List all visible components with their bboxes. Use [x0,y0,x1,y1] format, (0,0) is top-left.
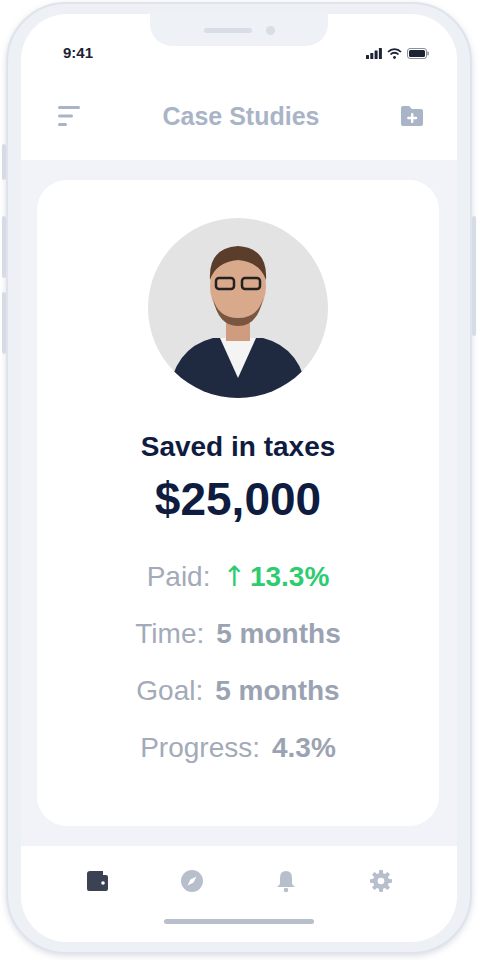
arrow-up-icon: ↑ [222,560,245,593]
stat-row: Goal: 5 months [136,662,339,719]
signal-icon [366,48,382,59]
header-title: Case Studies [162,102,319,131]
notch [150,14,328,46]
stat-value: 5 months [216,605,340,662]
stat-label: Paid: [147,548,211,605]
add-folder-icon [399,104,425,128]
content: Saved in taxes $25,000 Paid: ↑13.3%Time:… [21,160,457,846]
wallet-icon [84,869,110,893]
phone-frame: 9:41 Case Studies Saved in taxes $25,000… [6,2,472,954]
tab-list [21,846,457,916]
page: 9:41 Case Studies Saved in taxes $25,000… [0,0,478,960]
camera [266,26,275,35]
stat-label: Progress: [140,719,260,776]
stat-row: Progress: 4.3% [140,719,336,776]
speaker [204,28,252,33]
stat-row: Time: 5 months [135,605,340,662]
wifi-icon [387,48,402,59]
compass-icon [180,869,204,893]
case-study-card: Saved in taxes $25,000 Paid: ↑13.3%Time:… [37,180,439,826]
filter-button[interactable] [55,104,85,128]
stat-value: ↑13.3% [222,548,329,605]
card-heading: Saved in taxes [141,430,336,464]
home-indicator [164,919,314,924]
header: Case Studies [21,72,457,160]
stat-value: 5 months [215,662,339,719]
side-button [2,292,6,354]
tab-item[interactable] [270,865,302,897]
gear-icon [369,869,393,893]
status-icons [366,48,429,59]
stat-row: Paid: ↑13.3% [147,548,330,605]
saved-amount: $25,000 [155,472,321,526]
stats-list: Paid: ↑13.3%Time: 5 monthsGoal: 5 months… [135,548,340,776]
stat-label: Time: [135,605,204,662]
stat-value: 4.3% [272,719,336,776]
screen: 9:41 Case Studies Saved in taxes $25,000… [21,14,457,942]
tab-item[interactable] [176,865,208,897]
side-button [2,144,6,180]
battery-icon [407,48,429,59]
side-button [472,216,476,336]
filter-icon [57,104,83,128]
tab-item[interactable] [81,865,113,897]
add-folder-button[interactable] [397,104,427,128]
side-button [2,216,6,278]
stat-label: Goal: [136,662,203,719]
status-time: 9:41 [63,44,93,62]
avatar-photo [148,218,328,398]
tab-bar [21,846,457,942]
tab-item[interactable] [365,865,397,897]
bell-icon [274,869,298,893]
